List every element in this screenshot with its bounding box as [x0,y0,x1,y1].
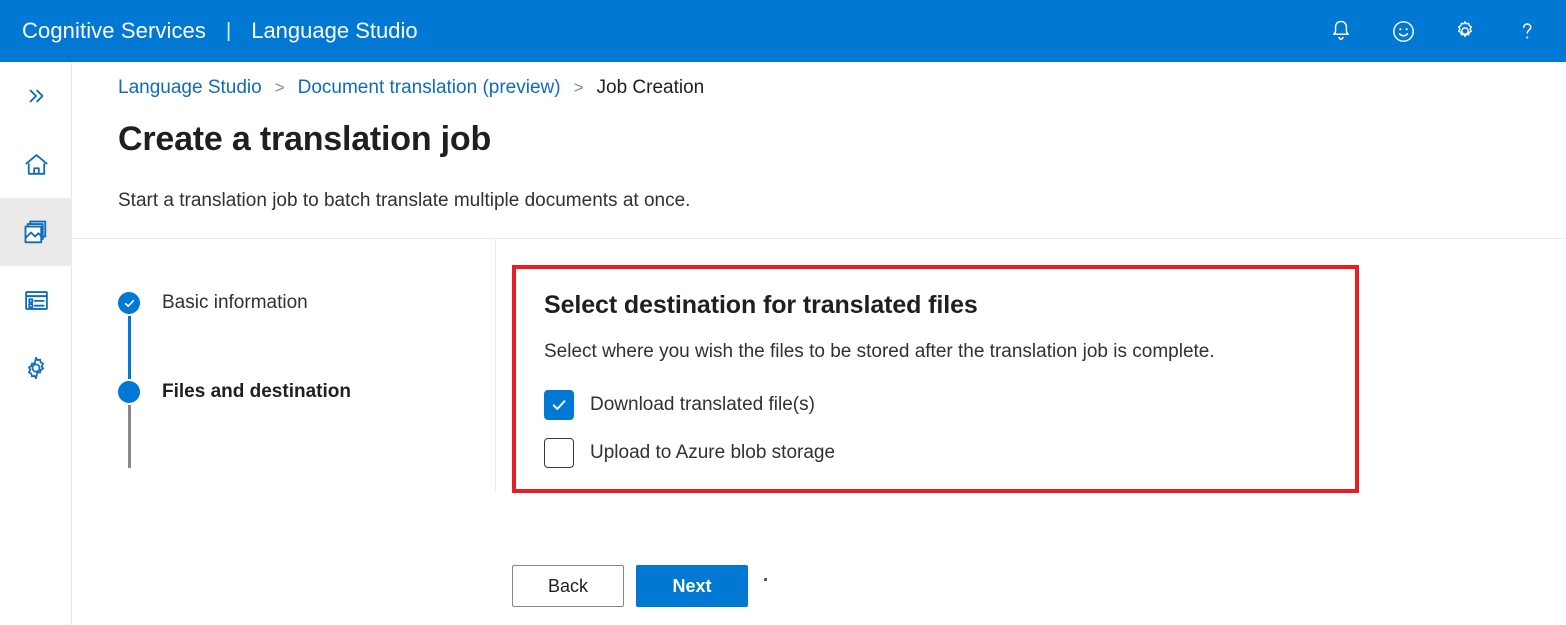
page-subtitle: Start a translation job to batch transla… [118,190,690,212]
job-list-icon [22,286,51,315]
expand-chevrons-icon [23,83,49,109]
option-upload-to-azure-blob-storage[interactable]: Upload to Azure blob storage [544,435,1327,471]
breadcrumb-item-job-creation: Job Creation [597,77,705,99]
breadcrumb-item-document-translation[interactable]: Document translation (preview) [298,77,561,99]
wizard-step-files-and-destination[interactable]: Files and destination [118,379,478,405]
checkbox-unchecked-icon[interactable] [544,438,574,468]
document-translation-icon [21,217,51,247]
page-title: Create a translation job [118,120,491,159]
main-content: Language Studio > Document translation (… [72,62,1566,625]
wizard-step-list: Basic information Files and destination [118,290,478,468]
sidebar-item-settings[interactable] [0,334,72,402]
settings-gear-icon [22,354,50,382]
destination-panel-highlight: Select destination for translated files … [512,265,1359,493]
option-label: Download translated file(s) [590,394,815,416]
sidebar-item-home[interactable] [0,130,72,198]
breadcrumb-item-language-studio[interactable]: Language Studio [118,77,262,99]
breadcrumb: Language Studio > Document translation (… [118,77,704,99]
wizard-step-label: Files and destination [162,381,351,403]
step-connector-pending [128,405,131,468]
option-label: Upload to Azure blob storage [590,442,835,464]
brand-separator: | [226,20,231,43]
language-studio-window: Cognitive Services | Language Studio [0,0,1566,625]
destination-panel: Select destination for translated files … [516,269,1355,471]
sidebar-item-document-translation[interactable] [0,198,72,266]
step-connector-completed [128,316,131,379]
app-header: Cognitive Services | Language Studio [0,0,1566,62]
breadcrumb-separator-icon: > [275,78,285,98]
wizard-footer-actions: Back Next [512,565,767,607]
header-actions [1322,12,1566,50]
step-current-dot-icon [118,381,140,403]
home-icon [22,150,51,179]
wizard-content-divider [495,239,496,492]
next-button[interactable]: Next [636,565,748,607]
wizard-step-basic-information[interactable]: Basic information [118,290,478,316]
notifications-icon[interactable] [1322,12,1360,50]
option-download-translated-files[interactable]: Download translated file(s) [544,387,1327,423]
step-completed-check-icon [118,292,140,314]
left-navigation-rail [0,62,72,625]
back-button[interactable]: Back [512,565,624,607]
checkbox-checked-icon[interactable] [544,390,574,420]
panel-title: Select destination for translated files [544,291,1327,320]
brand-primary-label[interactable]: Cognitive Services [22,18,206,44]
settings-gear-icon[interactable] [1446,12,1484,50]
panel-description: Select where you wish the files to be st… [544,341,1327,363]
destination-options-list: Download translated file(s) Upload to Az… [544,387,1327,471]
breadcrumb-separator-icon: > [574,78,584,98]
help-question-icon[interactable] [1508,12,1546,50]
sidebar-item-jobs[interactable] [0,266,72,334]
wizard-step-label: Basic information [162,292,308,314]
header-divider [72,238,1566,239]
brand-secondary-label[interactable]: Language Studio [251,18,417,44]
feedback-smiley-icon[interactable] [1384,12,1422,50]
sidebar-item-expand[interactable] [0,62,72,130]
brand-group: Cognitive Services | Language Studio [0,18,418,44]
stray-dot-artifact [764,578,767,581]
